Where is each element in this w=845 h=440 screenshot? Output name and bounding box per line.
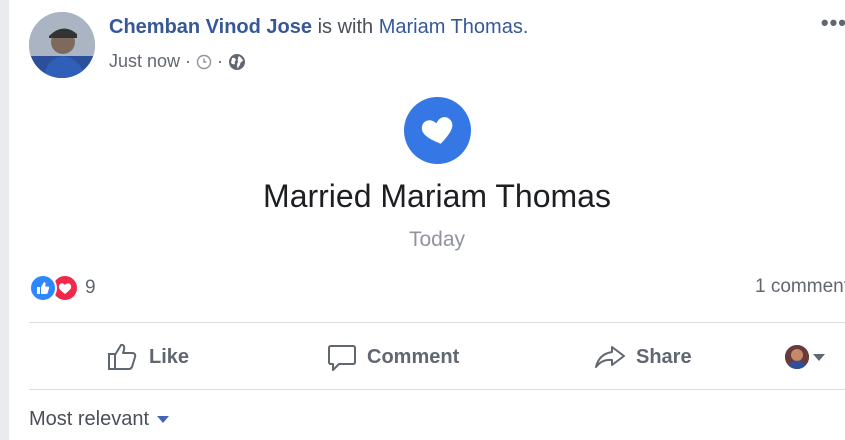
divider xyxy=(29,322,845,323)
life-event-date: Today xyxy=(408,228,466,251)
more-options-button[interactable]: ••• xyxy=(821,10,845,36)
globe-icon[interactable] xyxy=(228,53,246,71)
comments-sort-dropdown[interactable]: Most relevant xyxy=(29,408,170,431)
thumbs-up-icon xyxy=(37,282,50,294)
comment-label: Comment xyxy=(367,345,460,368)
author-photo xyxy=(29,12,95,78)
post-timestamp[interactable]: Just now xyxy=(109,51,180,72)
heart-icon xyxy=(58,282,72,294)
life-event-title: Married Mariam Thomas xyxy=(263,178,611,214)
life-event-badge xyxy=(404,97,471,164)
comment-count-link[interactable]: 1 comment xyxy=(755,276,845,298)
meta-separator: · xyxy=(217,51,224,71)
share-icon xyxy=(595,346,625,368)
reaction-count: 9 xyxy=(85,277,96,298)
author-name[interactable]: Chemban Vinod Jose xyxy=(109,16,312,38)
post-as-selector[interactable] xyxy=(785,340,825,374)
post-header: Chemban Vinod Jose is with Mariam Thomas… xyxy=(109,16,528,39)
divider xyxy=(29,389,845,390)
comment-button[interactable]: Comment xyxy=(327,340,459,374)
user-avatar xyxy=(785,345,809,369)
user-photo xyxy=(785,345,809,369)
like-label: Like xyxy=(149,345,190,368)
tagged-person[interactable]: Mariam Thomas. xyxy=(379,16,529,38)
post-card: Chemban Vinod Jose is with Mariam Thomas… xyxy=(9,0,845,440)
clock-icon xyxy=(196,54,212,69)
with-text: is with xyxy=(317,16,374,38)
share-label: Share xyxy=(636,345,692,368)
chevron-down-icon xyxy=(813,353,825,361)
author-avatar[interactable] xyxy=(29,12,95,78)
reactions-summary[interactable]: 9 xyxy=(29,274,96,302)
meta-separator: · xyxy=(185,51,192,71)
sort-label: Most relevant xyxy=(29,408,150,430)
comment-icon xyxy=(328,345,356,371)
chevron-down-icon xyxy=(157,416,170,423)
share-button[interactable]: Share xyxy=(594,340,692,374)
like-reaction-icon xyxy=(29,274,57,302)
thumbs-up-icon xyxy=(108,343,137,370)
like-button[interactable]: Like xyxy=(107,340,189,374)
heart-icon xyxy=(421,116,452,144)
post-meta: Just now · · xyxy=(109,51,246,72)
